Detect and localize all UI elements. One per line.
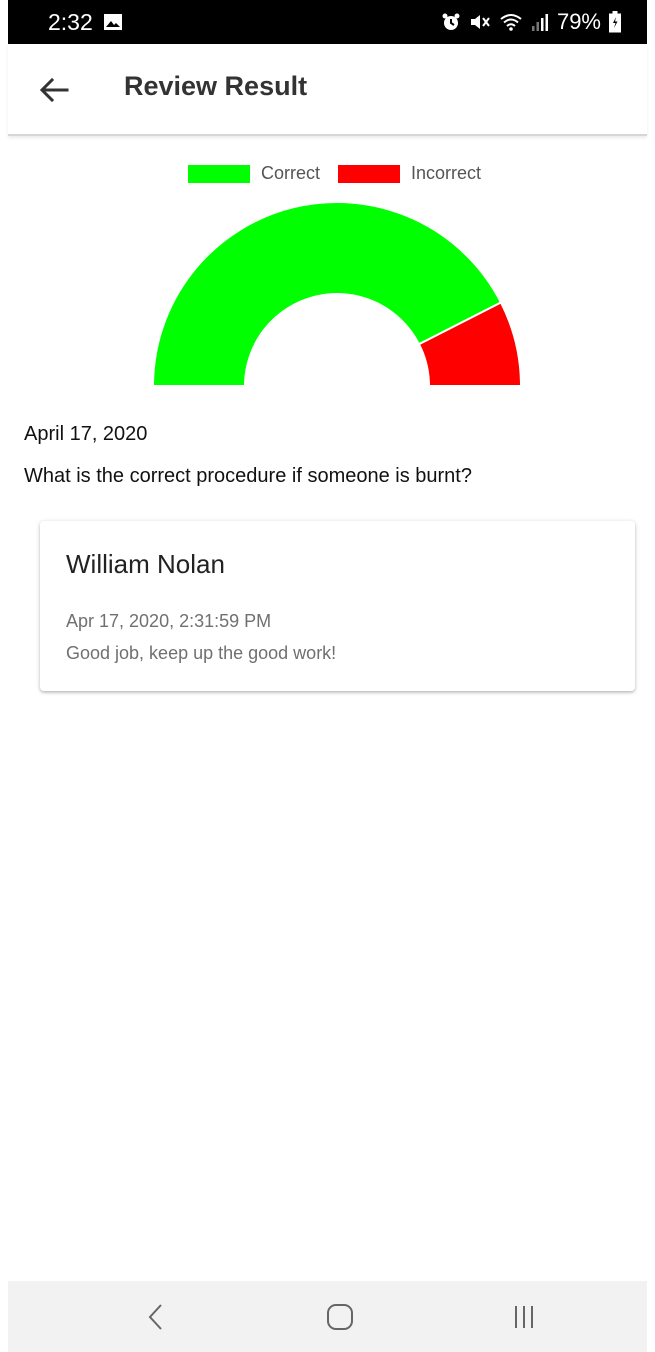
home-icon [327,1304,353,1330]
back-button[interactable] [34,70,74,110]
signal-icon [531,12,549,32]
gallery-icon [103,13,123,31]
nav-recents-button[interactable] [504,1299,544,1335]
recents-icon [515,1306,533,1328]
mute-icon [469,12,491,32]
result-question: What is the correct procedure if someone… [24,465,472,487]
result-date: April 17, 2020 [24,423,148,445]
nav-home-button[interactable] [320,1299,360,1335]
status-bar: 2:32 79% [8,0,647,44]
battery-percent: 79% [556,9,601,34]
arrow-left-icon [39,77,69,103]
status-left: 2:32 [48,9,123,36]
review-timestamp: Apr 17, 2020, 2:31:59 PM [66,611,272,631]
alarm-icon [441,12,461,32]
reviewer-name: William Nolan [66,549,225,579]
app-bar: Review Result [8,44,647,136]
nav-back-button[interactable] [136,1299,176,1335]
battery-icon [609,11,621,33]
feedback-card[interactable]: William Nolan Apr 17, 2020, 2:31:59 PM G… [40,521,635,691]
status-time: 2:32 [48,8,93,35]
page-title: Review Result [124,71,308,101]
wifi-icon [499,12,523,32]
gauge-chart [151,201,523,387]
status-right: 79% [441,9,621,35]
result-chart: Correct Incorrect [8,150,647,395]
back-chevron-icon [148,1304,162,1330]
system-nav-bar [8,1281,647,1352]
review-comment: Good job, keep up the good work! [66,643,337,663]
